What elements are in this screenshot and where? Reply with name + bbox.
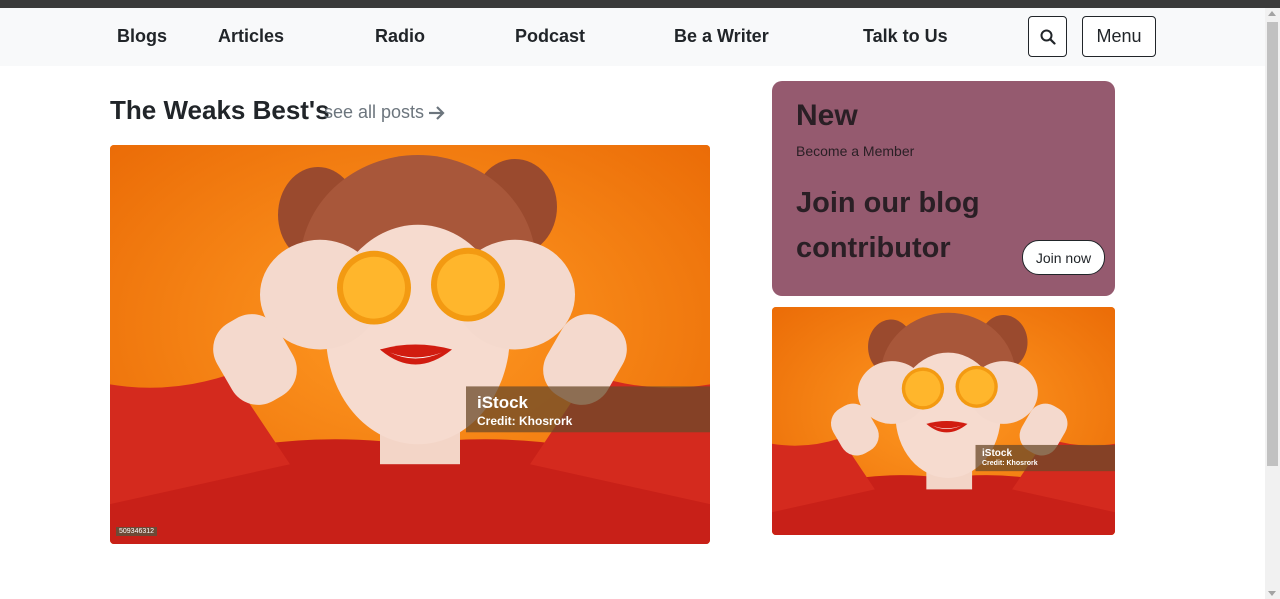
see-all-posts-link[interactable]: see all posts (324, 102, 446, 123)
arrow-right-icon (429, 105, 445, 120)
scroll-down-arrow-icon[interactable] (1268, 591, 1276, 596)
nav-link-talk-to-us[interactable]: Talk to Us (863, 26, 948, 47)
main-navbar: Blogs Articles Radio Podcast Be a Writer… (0, 8, 1265, 66)
thumbnail-post-image[interactable]: iStock Credit: Khosrork (772, 307, 1115, 535)
featured-post-image[interactable]: iStock Credit: Khosrork 509346312 (110, 145, 710, 544)
nav-link-be-a-writer[interactable]: Be a Writer (674, 26, 769, 47)
card-subtitle: Become a Member (796, 143, 915, 159)
watermark-credit: Credit: Khosrork (982, 460, 1038, 467)
join-now-button[interactable]: Join now (1022, 240, 1105, 275)
watermark-brand: iStock (982, 448, 1013, 459)
nav-link-podcast[interactable]: Podcast (515, 26, 585, 47)
watermark-credit: Credit: Khosrork (477, 414, 573, 428)
card-headline: Join our blog contributor (796, 187, 980, 264)
section-title: The Weaks Best's (110, 95, 330, 125)
nav-link-radio[interactable]: Radio (375, 26, 425, 47)
watermark-brand: iStock (477, 393, 529, 412)
card-badge-new: New (796, 99, 858, 132)
scroll-up-arrow-icon[interactable] (1268, 11, 1276, 16)
vertical-scrollbar[interactable] (1265, 8, 1280, 599)
search-button[interactable] (1028, 16, 1067, 57)
woman-with-oranges-illustration (772, 307, 1115, 535)
see-all-posts-label: see all posts (324, 102, 425, 122)
search-icon (1040, 29, 1056, 45)
menu-button[interactable]: Menu (1082, 16, 1156, 57)
nav-link-blogs[interactable]: Blogs (117, 26, 167, 47)
woman-with-oranges-illustration (110, 145, 710, 544)
browser-top-edge (0, 0, 1280, 8)
stock-id: 509346312 (116, 527, 158, 536)
nav-link-articles[interactable]: Articles (218, 26, 284, 47)
member-promo-card: New Become a Member Join our blog contri… (772, 81, 1115, 296)
scrollbar-thumb[interactable] (1267, 22, 1278, 466)
